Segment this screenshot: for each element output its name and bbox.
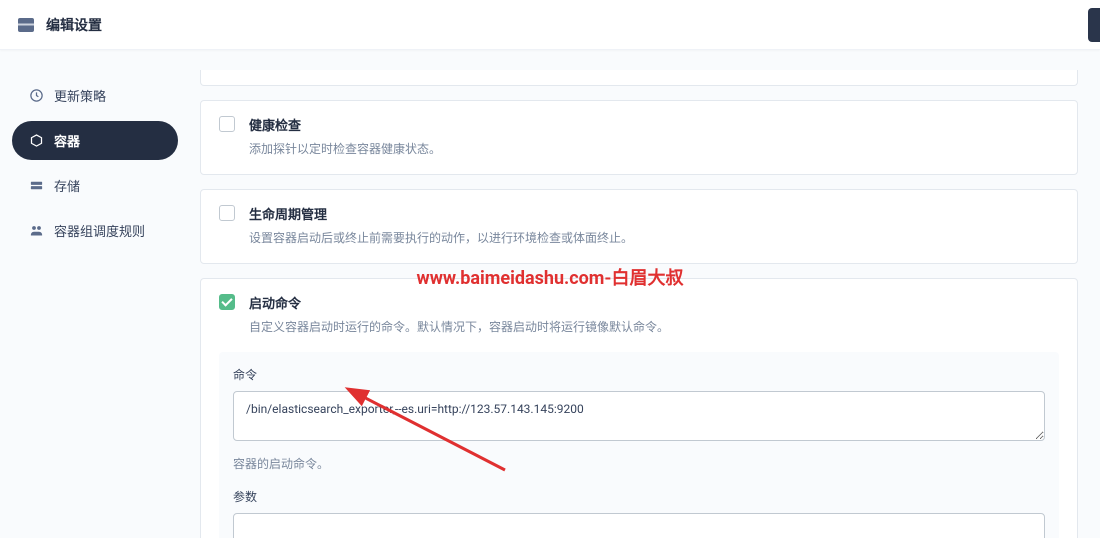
startup-command-checkbox[interactable] [219,294,235,310]
section-lifecycle: 生命周期管理 设置容器启动后或终止前需要执行的动作，以进行环境检查或体面终止。 [200,189,1078,264]
scheduling-icon [28,223,44,239]
command-help: 容器的启动命令。 [233,455,1045,472]
sidebar-item-scheduling[interactable]: 容器组调度规则 [12,211,178,250]
section-desc: 设置容器启动后或终止前需要执行的动作，以进行环境检查或体面终止。 [249,229,633,247]
previous-card-bottom [200,70,1078,86]
sidebar-item-update-strategy[interactable]: 更新策略 [12,76,178,115]
sidebar-item-label: 存储 [54,176,80,195]
section-title: 启动命令 [249,293,669,312]
sidebar-item-storage[interactable]: 存储 [12,166,178,205]
content-area: 健康检查 添加探针以定时检查容器健康状态。 生命周期管理 设置容器启动后或终止前… [190,50,1100,538]
startup-form: 命令 容器的启动命令。 参数 [219,352,1059,538]
section-title: 健康检查 [249,115,441,134]
section-desc: 添加探针以定时检查容器健康状态。 [249,140,441,158]
sidebar-item-label: 容器组调度规则 [54,221,145,240]
sidebar-item-label: 更新策略 [54,86,106,105]
args-label: 参数 [233,488,1045,505]
section-startup-command: 启动命令 自定义容器启动时运行的命令。默认情况下，容器启动时将运行镜像默认命令。… [200,278,1078,538]
args-input[interactable] [233,513,1045,538]
section-title: 生命周期管理 [249,204,633,223]
app-icon [18,18,34,32]
sidebar-item-containers[interactable]: 容器 [12,121,178,160]
drawer-handle[interactable] [1088,8,1100,42]
health-check-checkbox[interactable] [219,116,235,132]
page-header: 编辑设置 [0,0,1100,50]
section-health-check: 健康检查 添加探针以定时检查容器健康状态。 [200,100,1078,175]
clock-icon [28,88,44,104]
storage-icon [28,178,44,194]
sidebar: 更新策略 容器 存储 容器组调度规则 [0,50,190,538]
container-icon [28,133,44,149]
command-input[interactable] [233,391,1045,441]
command-label: 命令 [233,366,1045,383]
sidebar-item-label: 容器 [54,131,80,150]
section-desc: 自定义容器启动时运行的命令。默认情况下，容器启动时将运行镜像默认命令。 [249,318,669,336]
page-title: 编辑设置 [46,15,102,35]
lifecycle-checkbox[interactable] [219,205,235,221]
